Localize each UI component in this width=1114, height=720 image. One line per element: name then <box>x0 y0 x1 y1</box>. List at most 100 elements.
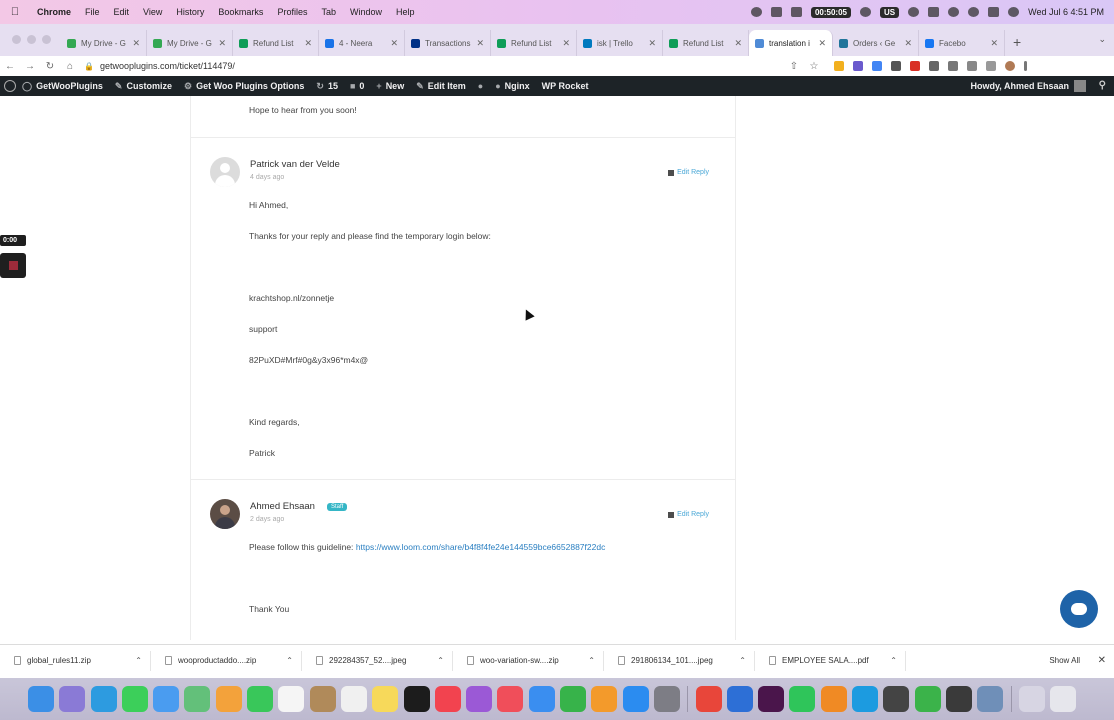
browser-tab[interactable]: isk | Trello ✕ <box>577 30 663 56</box>
sublime-icon[interactable] <box>820 686 847 712</box>
extension-icon[interactable] <box>853 61 863 71</box>
skype-icon[interactable] <box>852 686 879 712</box>
browser-tab[interactable]: Refund List ✕ <box>663 30 749 56</box>
forward-button[interactable]: → <box>20 61 40 72</box>
notes-icon[interactable] <box>372 686 399 712</box>
menu-tab[interactable]: Tab <box>314 7 343 17</box>
more-menu-icon[interactable] <box>1024 61 1027 71</box>
recording-timer[interactable]: 00:50:05 <box>810 6 851 18</box>
menu-bookmarks[interactable]: Bookmarks <box>211 7 270 17</box>
close-tab-icon[interactable]: ✕ <box>904 38 912 49</box>
maps-icon[interactable] <box>184 686 211 712</box>
keyboard-layout-indicator[interactable]: US <box>880 6 900 18</box>
photos-icon[interactable] <box>215 686 242 712</box>
wp-search-icon[interactable]: ⚲ <box>1099 80 1106 91</box>
browser-tab[interactable]: Orders ‹ Ge ✕ <box>833 30 919 56</box>
browser-tab[interactable]: My Drive - G ✕ <box>147 30 233 56</box>
launchpad-icon[interactable] <box>59 686 86 712</box>
stop-recording-button[interactable] <box>0 253 26 278</box>
zoom-window-button[interactable] <box>42 35 51 44</box>
contacts-icon[interactable] <box>309 686 336 712</box>
extension-icon[interactable] <box>872 61 882 71</box>
download-item[interactable]: global_rules11.zip ⌃ <box>0 650 151 671</box>
screenrecorder-icon[interactable] <box>726 686 753 712</box>
chevron-up-icon[interactable]: ⌃ <box>135 656 142 665</box>
minimize-window-button[interactable] <box>27 35 36 44</box>
wp-edit-item-link[interactable]: ✎ Edit Item <box>410 81 472 92</box>
menu-edit[interactable]: Edit <box>107 7 137 17</box>
browser-tab[interactable]: Facebo ✕ <box>919 30 1005 56</box>
download-item[interactable]: EMPLOYEE SALA....pdf ⌃ <box>755 650 906 671</box>
close-window-button[interactable] <box>12 35 21 44</box>
bookmark-star-icon[interactable]: ☆ <box>804 61 824 72</box>
home-button[interactable]: ⌂ <box>60 61 80 72</box>
menu-view[interactable]: View <box>136 7 169 17</box>
close-tab-icon[interactable]: ✕ <box>990 38 998 49</box>
close-tab-icon[interactable]: ✕ <box>818 38 826 49</box>
news-icon[interactable] <box>497 686 524 712</box>
menu-chrome[interactable]: Chrome <box>30 7 78 17</box>
wp-customize-link[interactable]: ✎ Customize <box>109 81 178 92</box>
chevron-up-icon[interactable]: ⌃ <box>437 656 444 665</box>
wifi-icon[interactable] <box>948 7 960 17</box>
wp-status-dot[interactable]: ● <box>472 81 489 91</box>
new-tab-button[interactable]: + <box>1005 34 1031 56</box>
preview-icon[interactable] <box>977 686 1004 712</box>
reminders-icon[interactable] <box>340 686 367 712</box>
calculator-icon[interactable] <box>945 686 972 712</box>
pages-icon[interactable] <box>591 686 618 712</box>
gear-status-icon[interactable] <box>750 7 762 17</box>
share-icon[interactable]: ⇧ <box>784 61 804 72</box>
download-item[interactable]: 291806134_101....jpeg ⌃ <box>604 650 755 671</box>
downloads-stack-icon[interactable] <box>1018 686 1045 712</box>
close-tab-icon[interactable]: ✕ <box>734 38 742 49</box>
notes-status-icon[interactable] <box>770 7 782 17</box>
chevron-up-icon[interactable]: ⌃ <box>588 656 595 665</box>
browser-tab[interactable]: translation i ✕ <box>749 30 833 56</box>
siri-icon[interactable] <box>1008 7 1020 17</box>
close-tab-icon[interactable]: ✕ <box>476 38 484 49</box>
extension-icon[interactable] <box>910 61 920 71</box>
slack-icon[interactable] <box>758 686 785 712</box>
close-downloads-icon[interactable]: ✕ <box>1098 655 1106 666</box>
extensions-puzzle-icon[interactable] <box>967 61 977 71</box>
extension-icon[interactable] <box>948 61 958 71</box>
wp-nginx-link[interactable]: ● Nginx <box>489 81 535 91</box>
download-item[interactable]: 292284357_52....jpeg ⌃ <box>302 650 453 671</box>
edit-reply-link[interactable]: Edit Reply <box>668 169 709 176</box>
app-store-icon[interactable] <box>622 686 649 712</box>
reply-author[interactable]: Ahmed Ehsaan <box>250 501 315 512</box>
extension-icon[interactable] <box>929 61 939 71</box>
close-tab-icon[interactable]: ✕ <box>648 38 656 49</box>
browser-tab[interactable]: My Drive - G ✕ <box>61 30 147 56</box>
music-icon[interactable] <box>434 686 461 712</box>
apple-icon[interactable]:  <box>0 6 30 18</box>
close-tab-icon[interactable]: ✕ <box>304 38 312 49</box>
wp-rocket-link[interactable]: WP Rocket <box>536 81 595 91</box>
back-button[interactable]: ← <box>0 61 20 72</box>
menu-profiles[interactable]: Profiles <box>270 7 314 17</box>
tab-search-chevron-icon[interactable]: ⌄ <box>1098 34 1106 45</box>
download-item[interactable]: wooproductaddo....zip ⌃ <box>151 650 302 671</box>
terminal-green-icon[interactable] <box>914 686 941 712</box>
wp-site-link[interactable]: ◯ GetWooPlugins <box>16 81 109 92</box>
reload-button[interactable]: ↻ <box>40 61 60 72</box>
wordpress-logo-icon[interactable] <box>4 80 16 92</box>
extension-icon[interactable] <box>891 61 901 71</box>
close-tab-icon[interactable]: ✕ <box>562 38 570 49</box>
browser-tab[interactable]: Refund List ✕ <box>233 30 319 56</box>
trash-icon[interactable] <box>1050 686 1077 712</box>
shield-status-icon[interactable] <box>790 7 802 17</box>
play-status-icon[interactable] <box>860 7 871 17</box>
url-text[interactable]: getwooplugins.com/ticket/114479/ <box>100 61 235 71</box>
download-item[interactable]: woo-variation-sw....zip ⌃ <box>453 650 604 671</box>
chevron-up-icon[interactable]: ⌃ <box>286 656 293 665</box>
search-icon[interactable] <box>968 7 980 17</box>
reply-author[interactable]: Patrick van der Velde <box>250 159 340 170</box>
close-tab-icon[interactable]: ✕ <box>390 38 398 49</box>
close-tab-icon[interactable]: ✕ <box>218 38 226 49</box>
browser-tab[interactable]: Transactions ✕ <box>405 30 491 56</box>
lock-icon[interactable]: 🔒 <box>84 62 94 71</box>
finder-icon[interactable] <box>28 686 54 712</box>
whatsapp-icon[interactable] <box>789 686 816 712</box>
